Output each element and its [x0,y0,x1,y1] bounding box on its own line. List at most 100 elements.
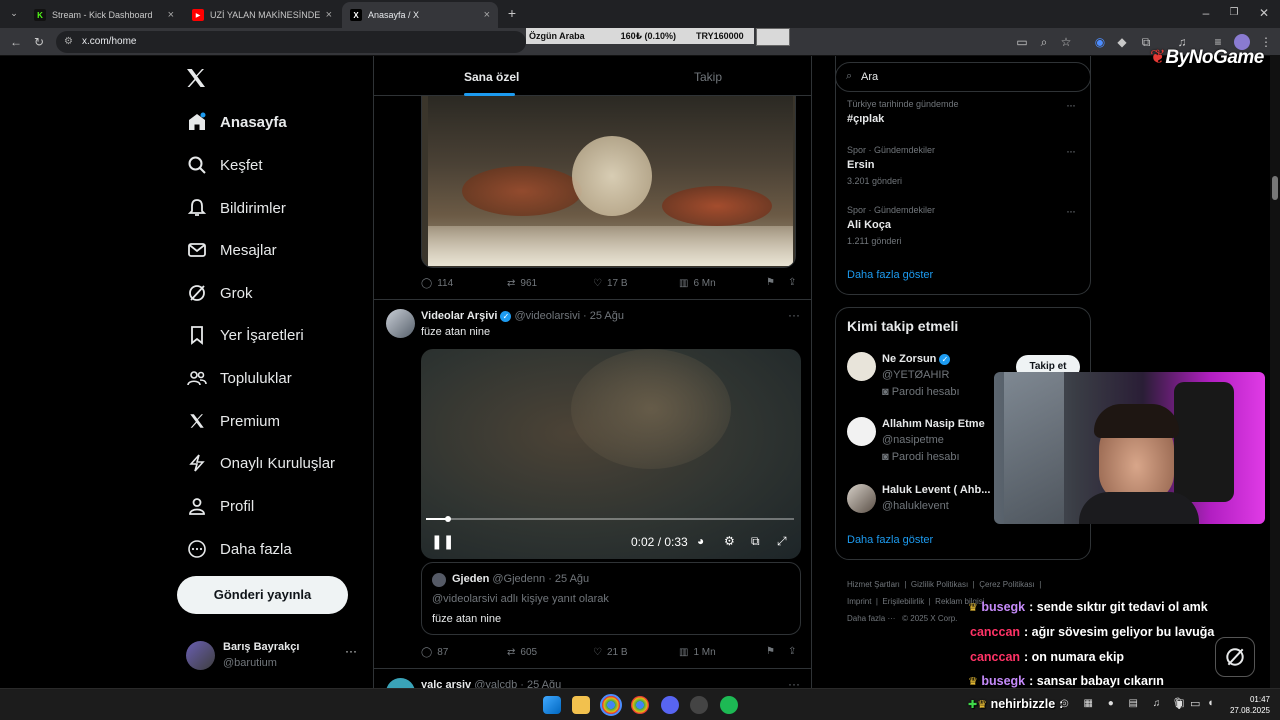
nav-profile[interactable]: Profil [186,489,254,523]
reply-button[interactable]: ◯ 114 [421,278,453,289]
footer-link[interactable]: Daha fazla ··· [847,614,895,623]
author-handle[interactable]: @yalcdb [474,679,517,688]
scrollbar[interactable] [1270,56,1280,688]
suggested-user-name[interactable]: Ne Zorsun ✓ [882,353,951,365]
chat-username[interactable]: canccan [970,625,1020,639]
show-more-trends-link[interactable]: Daha fazla göster [847,269,933,281]
grok-float-button[interactable] [1215,637,1255,677]
tab-kick-dashboard[interactable]: K Stream - Kick Dashboard × [26,2,182,28]
share-button[interactable]: ⇪ [788,277,796,288]
nav-home[interactable]: Anasayfa [186,105,287,139]
chat-username[interactable]: busegk [981,600,1025,614]
trend-item[interactable]: Spor · Gündemdekiler Ersin 3.201 gönderi… [836,140,1090,190]
views-button[interactable]: ▥ 6 Mn [679,278,716,289]
spotify-icon[interactable] [720,696,738,714]
suggested-user-name[interactable]: Haluk Levent ( Ahb... [882,484,990,496]
show-more-users-link[interactable]: Daha fazla göster [847,534,933,546]
chrome-icon[interactable] [631,696,649,714]
post-button[interactable]: Gönderi yayınla [177,576,348,614]
avatar[interactable] [386,678,415,688]
reply-button[interactable]: ◯ 87 [421,647,448,658]
extension-icon[interactable]: ◉ [1092,34,1108,50]
avatar[interactable] [386,309,415,338]
close-icon[interactable]: × [168,9,174,21]
author-handle[interactable]: @videolarsivi [514,310,580,322]
tweet-image[interactable] [421,96,796,268]
account-switcher[interactable]: Barış Bayrakçı @barutium ··· [177,632,367,676]
author-name[interactable]: Videolar Arşivi [421,310,497,322]
footer-link[interactable]: Erişilebilirlik [882,597,924,606]
minimize-icon[interactable]: – [1198,5,1214,21]
nav-notifications[interactable]: Bildirimler [186,191,286,225]
scrubber-handle[interactable] [445,516,452,522]
maximize-icon[interactable]: ❐ [1226,5,1242,21]
nav-grok[interactable]: Grok [186,276,253,310]
more-icon[interactable]: ··· [788,308,800,322]
file-explorer-icon[interactable] [572,696,590,714]
extension-icon[interactable]: ◆ [1114,34,1130,50]
back-icon[interactable]: ← [8,34,24,50]
chat-username[interactable]: busegk [981,674,1025,688]
site-info-icon[interactable]: ⚙ [64,31,73,53]
more-icon[interactable]: ··· [1066,98,1076,112]
tweet-date[interactable]: · 25 Ağu [520,679,561,688]
like-button[interactable]: ♡ 21 B [593,647,628,658]
zoom-icon[interactable]: ⌕ [1036,34,1052,50]
pip-icon[interactable]: ⧉ [751,534,760,549]
close-icon[interactable]: × [484,9,490,21]
nav-communities[interactable]: Topluluklar [186,361,292,395]
tweet-date[interactable]: · 25 Ağu [583,310,624,322]
more-icon[interactable]: ··· [345,644,357,658]
tab-youtube[interactable]: ▶ UZİ YALAN MAKİNESİNDE! | #P × [184,2,340,28]
windows-start-icon[interactable] [543,696,561,714]
footer-link[interactable]: Gizlilik Politikası [911,580,968,589]
nav-premium[interactable]: Premium [186,404,280,438]
repost-button[interactable]: ⇄ 605 [507,647,537,658]
tab-for-you[interactable]: Sana özel [464,70,519,84]
more-icon[interactable]: ··· [788,677,800,688]
clock[interactable]: 01:47 27.08.2025 [1228,694,1270,716]
new-tab-button[interactable]: + [504,5,520,21]
tab-list-icon[interactable]: ⌄ [6,5,22,21]
trend-item[interactable]: Spor · Gündemdekiler Ali Koça 1.211 gönd… [836,200,1090,250]
more-icon[interactable]: ··· [1066,144,1076,158]
reload-icon[interactable]: ↻ [31,34,47,50]
star-icon[interactable]: ☆ [1058,34,1074,50]
nav-messages[interactable]: Mesajlar [186,233,277,267]
tab-following[interactable]: Takip [694,70,722,84]
quoted-tweet[interactable]: Gjeden @Gjedenn · 25 Ağu @videolarsivi a… [421,562,801,635]
bookmark-button[interactable]: ⚑ [766,277,775,288]
discord-icon[interactable] [661,696,679,714]
tab-x-home[interactable]: X Anasayfa / X × [342,2,498,28]
microphone-icon[interactable]: 🎙 [1171,697,1185,710]
nav-bookmarks[interactable]: Yer İşaretleri [186,318,304,352]
obs-icon[interactable] [690,696,708,714]
footer-link[interactable]: Çerez Politikası [979,580,1035,589]
volume-icon[interactable]: ◖ [1207,697,1214,709]
suggested-user-name[interactable]: Allahım Nasip Etme [882,418,985,430]
chat-username[interactable]: canccan [970,650,1020,664]
grok-analyze-icon[interactable]: ◕ [697,534,704,548]
video-player[interactable]: ❚❚ 0:02 / 0:33 ◕ ⚙ ⧉ ⤢ [421,349,801,559]
trend-item[interactable]: Türkiye tarihinde gündemde #çıplak ··· [836,94,1090,136]
avatar[interactable] [847,352,876,381]
avatar[interactable] [847,417,876,446]
chrome-icon[interactable] [600,694,622,716]
settings-icon[interactable]: ⚙ [724,534,735,548]
video-scrubber[interactable] [426,516,794,522]
scrollbar-thumb[interactable] [1272,176,1278,200]
avatar[interactable] [847,484,876,513]
nav-explore[interactable]: Keşfet [186,148,263,182]
views-button[interactable]: ▥ 1 Mn [679,647,716,658]
share-button[interactable]: ⇪ [788,646,796,657]
pause-icon[interactable]: ❚❚ [431,533,454,550]
footer-link[interactable]: Imprint [847,597,871,606]
fullscreen-icon[interactable]: ⤢ [777,534,787,549]
repost-button[interactable]: ⇄ 961 [507,278,537,289]
more-icon[interactable]: ··· [1066,204,1076,218]
close-window-icon[interactable]: ✕ [1256,5,1272,21]
chat-username[interactable]: nehirbizzle [991,697,1056,711]
author-name[interactable]: yalc arsiv [421,679,471,688]
nav-verified-orgs[interactable]: Onaylı Kuruluşlar [186,446,335,480]
cast-icon[interactable]: ▭ [1014,34,1030,50]
